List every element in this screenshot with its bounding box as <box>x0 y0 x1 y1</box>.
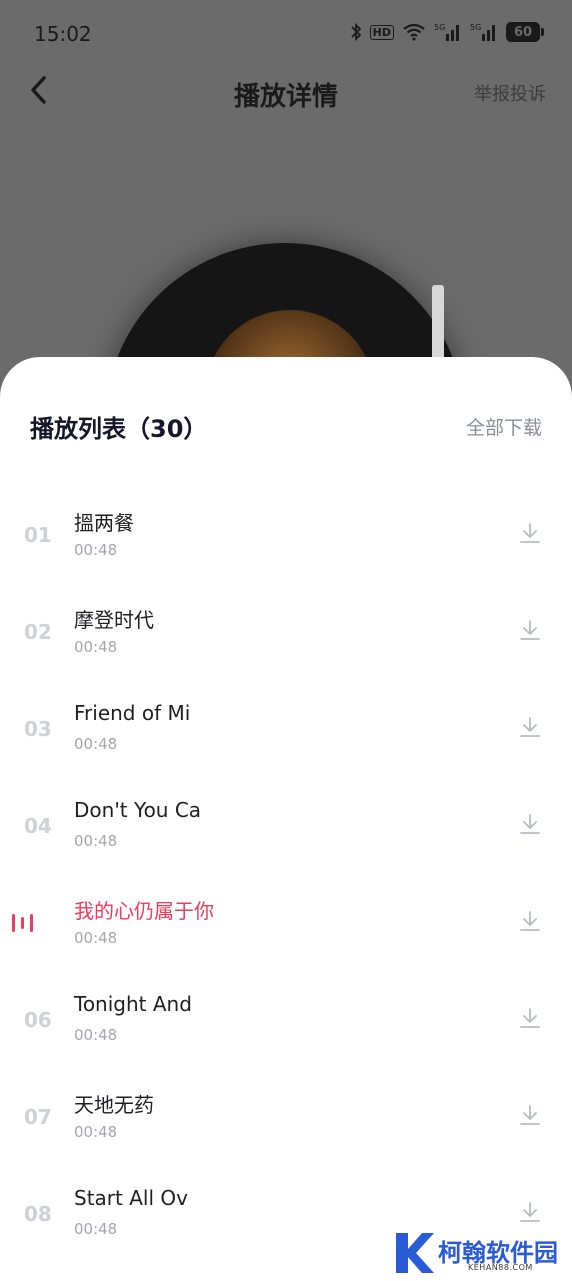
bluetooth-icon <box>350 22 362 42</box>
track-name: Don't You Ca <box>74 798 202 822</box>
track-name: 搵两餐 <box>74 511 134 535</box>
status-time: 15:02 <box>34 22 92 46</box>
track-index: 07 <box>24 1105 52 1129</box>
track-index: 08 <box>24 1202 52 1226</box>
playlist-title: 播放列表（30） <box>30 415 208 443</box>
track-duration: 00:48 <box>74 1123 118 1141</box>
download-icon[interactable] <box>518 1006 542 1030</box>
track-duration: 00:48 <box>74 735 118 753</box>
track-index: 06 <box>24 1008 52 1032</box>
track-name: 摩登时代 <box>74 608 154 632</box>
download-icon[interactable] <box>518 909 542 933</box>
track-name: 我的心仍属于你 <box>74 899 214 923</box>
track-row[interactable]: 03 Friend of Mi 00:48 <box>0 673 572 770</box>
track-index: 01 <box>24 523 52 547</box>
status-bar: 15:02 HD 5G 5G 60 <box>0 0 572 68</box>
svg-text:5G: 5G <box>434 23 445 32</box>
battery-icon: 60 <box>506 22 544 42</box>
track-duration: 00:48 <box>74 832 118 850</box>
download-all-button[interactable]: 全部下载 <box>466 413 542 440</box>
track-row[interactable]: 04 Don't You Ca 00:48 <box>0 770 572 867</box>
hd-icon: HD <box>369 24 394 40</box>
download-icon[interactable] <box>518 1200 542 1224</box>
wifi-icon <box>402 23 426 41</box>
track-duration: 00:48 <box>74 541 118 559</box>
watermark-sub: KEHAN88.COM <box>468 1263 533 1272</box>
track-row[interactable]: 07 天地无药 00:48 <box>0 1061 572 1158</box>
track-name: Friend of Mi <box>74 701 191 725</box>
playlist-sheet: 播放列表（30） 全部下载 01 搵两餐 00:48 02 摩登时代 00:48 03 Fri… <box>0 357 572 1279</box>
report-link[interactable]: 举报投诉 <box>474 80 546 106</box>
track-index: 03 <box>24 717 52 741</box>
track-name: 天地无药 <box>74 1093 154 1117</box>
track-duration: 00:48 <box>74 929 118 947</box>
track-duration: 00:48 <box>74 1220 118 1238</box>
signal-icon: 5G <box>470 22 498 42</box>
track-row[interactable]: 02 摩登时代 00:48 <box>0 576 572 673</box>
status-icons: HD 5G 5G 60 <box>350 22 544 42</box>
track-row[interactable]: 01 搵两餐 00:48 <box>0 479 572 576</box>
download-icon[interactable] <box>518 521 542 545</box>
signal-icon: 5G <box>434 22 462 42</box>
track-row[interactable]: 06 Tonight And 00:48 <box>0 964 572 1061</box>
download-icon[interactable] <box>518 812 542 836</box>
watermark-k-icon <box>396 1233 434 1273</box>
download-icon[interactable] <box>518 1103 542 1127</box>
track-list: 01 搵两餐 00:48 02 摩登时代 00:48 03 Friend of Mi 00:48… <box>0 479 572 1255</box>
track-duration: 00:48 <box>74 638 118 656</box>
download-icon[interactable] <box>518 715 542 739</box>
track-index: 04 <box>24 814 52 838</box>
equalizer-icon <box>12 912 40 934</box>
track-name: Start All Ov <box>74 1186 188 1210</box>
track-name: Tonight And <box>74 992 192 1016</box>
download-icon[interactable] <box>518 618 542 642</box>
track-index: 02 <box>24 620 52 644</box>
track-duration: 00:48 <box>74 1026 118 1044</box>
track-row[interactable]: 我的心仍属于你 00:48 <box>0 867 572 964</box>
svg-text:5G: 5G <box>470 23 481 32</box>
